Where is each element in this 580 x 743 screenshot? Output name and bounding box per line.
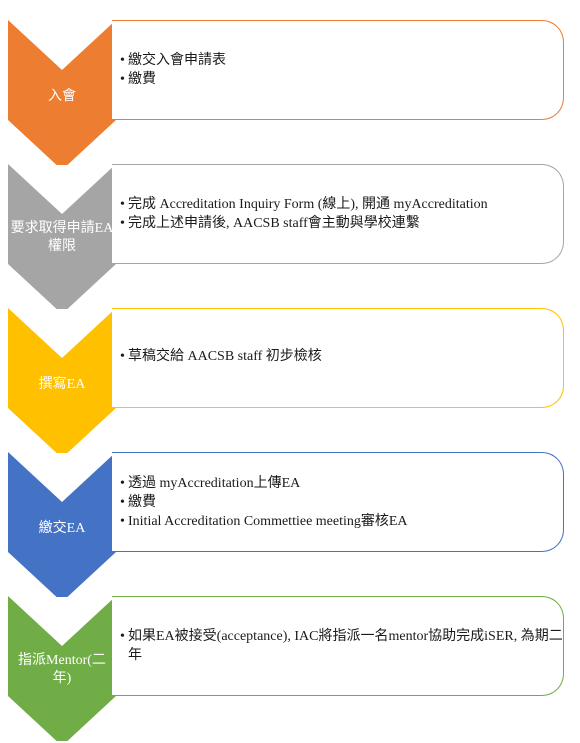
bullet-item: 繳交入會申請表 <box>120 51 563 70</box>
bullet-item: 透過 myAccreditation上傳EA <box>120 474 563 493</box>
step-request-ea-access: 要求取得申請EA權限 完成 Accreditation Inquiry Form… <box>0 164 580 309</box>
chevron-step-2: 要求取得申請EA權限 <box>8 164 116 309</box>
step-details-box: 草稿交給 AACSB staff 初步檢核 <box>112 308 564 408</box>
step-details-box: 完成 Accreditation Inquiry Form (線上), 開通 m… <box>112 164 564 264</box>
step-details-box: 繳交入會申請表 繳費 <box>112 20 564 120</box>
chevron-step-1: 入會 <box>8 20 116 165</box>
step-join: 入會 繳交入會申請表 繳費 <box>0 20 580 165</box>
bullet-item: 如果EA被接受(acceptance), IAC將指派一名mentor協助完成i… <box>120 627 563 665</box>
step-label: 撰寫EA <box>38 377 86 392</box>
chevron-step-4: 繳交EA <box>8 452 116 597</box>
step-label: 要求取得申請EA權限 <box>10 221 114 254</box>
step-label: 繳交EA <box>38 521 86 536</box>
step-write-ea: 撰寫EA 草稿交給 AACSB staff 初步檢核 <box>0 308 580 453</box>
step-assign-mentor: 指派Mentor(二年) 如果EA被接受(acceptance), IAC將指派… <box>0 596 580 741</box>
step-details-box: 如果EA被接受(acceptance), IAC將指派一名mentor協助完成i… <box>112 596 564 696</box>
bullet-item: Initial Accreditation Commettiee meeting… <box>120 512 563 531</box>
bullet-item: 完成上述申請後, AACSB staff會主動與學校連繫 <box>120 214 563 233</box>
bullet-item: 繳費 <box>120 493 563 512</box>
bullet-item: 繳費 <box>120 70 563 89</box>
chevron-step-5: 指派Mentor(二年) <box>8 596 116 741</box>
step-label: 指派Mentor(二年) <box>18 653 106 686</box>
chevron-step-3: 撰寫EA <box>8 308 116 453</box>
bullet-item: 完成 Accreditation Inquiry Form (線上), 開通 m… <box>120 195 563 214</box>
bullet-item: 草稿交給 AACSB staff 初步檢核 <box>120 347 563 366</box>
step-details-box: 透過 myAccreditation上傳EA 繳費 Initial Accred… <box>112 452 564 552</box>
step-submit-ea: 繳交EA 透過 myAccreditation上傳EA 繳費 Initial A… <box>0 452 580 597</box>
step-label: 入會 <box>48 89 76 104</box>
